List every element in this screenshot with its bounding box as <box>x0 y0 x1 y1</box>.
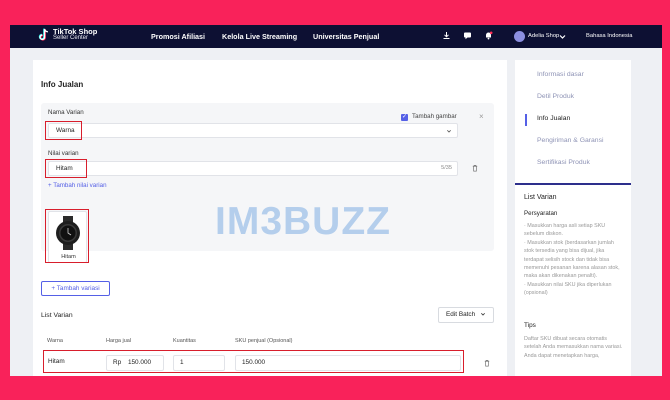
active-step-indicator <box>525 114 527 126</box>
requirement-item: · Masukkan nilai SKU jika diperlukan (op… <box>524 281 612 297</box>
tips-text: Daftar SKU dibuat secara otomatis setela… <box>524 336 623 359</box>
section-title: Info Jualan <box>41 80 84 89</box>
bell-icon[interactable] <box>484 31 493 40</box>
add-image-label: Tambah gambar <box>412 113 457 120</box>
watermark: IM3BUZZ <box>215 192 465 252</box>
language-selector[interactable]: Bahasa Indonesia <box>586 33 632 39</box>
close-icon[interactable]: × <box>479 112 484 121</box>
watermark-text: IM3BUZZ <box>215 200 391 243</box>
shop-name[interactable]: Adelia Shop <box>528 33 559 39</box>
top-bar: TikTok Shop Seller Center Promosi Afilia… <box>10 25 662 48</box>
step-navigation: Informasi dasar Detil Produk Info Jualan… <box>515 60 631 198</box>
column-header-kuantitas: Kuantitas <box>173 338 196 344</box>
step-sertifikasi-produk[interactable]: Sertifikasi Produk <box>537 159 590 166</box>
step-info-jualan[interactable]: Info Jualan <box>537 115 570 122</box>
trash-icon[interactable] <box>471 164 479 172</box>
requirements-list: · Masukkan harga asli setiap SKU sebelum… <box>524 222 624 298</box>
chevron-down-icon[interactable] <box>558 32 567 41</box>
nav-universitas-penjual[interactable]: Universitas Penjual <box>313 32 379 41</box>
nav-kelola-live-streaming[interactable]: Kelola Live Streaming <box>222 32 297 41</box>
logo-title: TikTok Shop <box>53 27 98 36</box>
requirement-item: · Masukkan stok (berdasarkan jumlah stok… <box>524 239 620 280</box>
app-window: TikTok Shop Seller Center Promosi Afilia… <box>10 25 662 376</box>
column-header-sku: SKU penjual (Opsional) <box>235 338 293 344</box>
logo-subtitle: Seller Center <box>53 35 89 41</box>
add-image-checkbox[interactable]: ✓ <box>401 114 408 121</box>
requirement-item: · Masukkan harga asli setiap SKU sebelum… <box>524 223 606 238</box>
step-detil-produk[interactable]: Detil Produk <box>537 93 574 100</box>
highlight-variant-value <box>45 159 87 178</box>
chat-icon[interactable] <box>463 31 472 40</box>
trash-icon[interactable] <box>483 359 491 367</box>
highlight-variant-name <box>45 121 82 140</box>
column-header-harga: Harga jual <box>106 338 132 344</box>
help-panel: List Varian Persyaratan · Masukkan harga… <box>515 183 631 376</box>
variant-value-label: Nilai varian <box>48 150 79 157</box>
highlight-variant-image <box>45 209 89 263</box>
variant-name-select[interactable]: Warna <box>48 123 458 138</box>
variant-name-label: Nama Varian <box>48 109 84 116</box>
tiktok-shop-logo[interactable]: TikTok Shop Seller Center <box>38 28 97 42</box>
char-counter: 5/35 <box>441 165 452 171</box>
step-informasi-dasar[interactable]: Informasi dasar <box>537 71 584 78</box>
download-icon[interactable] <box>442 31 451 40</box>
add-variation-button[interactable]: + Tambah variasi <box>41 281 110 296</box>
avatar[interactable] <box>514 31 525 42</box>
requirements-title: Persyaratan <box>524 210 558 217</box>
edit-batch-label: Edit Batch <box>446 311 476 318</box>
help-title: List Varian <box>524 194 557 201</box>
tips-title: Tips <box>524 322 536 329</box>
edit-batch-button[interactable]: Edit Batch <box>438 307 494 323</box>
tiktok-logo-icon <box>38 28 48 41</box>
column-header-warna: Warna <box>47 338 63 344</box>
highlight-variant-row <box>43 350 464 373</box>
step-pengiriman-garansi[interactable]: Pengiriman & Garansi <box>537 137 604 144</box>
list-variant-title: List Varian <box>41 312 73 319</box>
chevron-down-icon <box>481 313 485 316</box>
chevron-down-icon <box>447 130 451 133</box>
nav-promosi-afiliasi[interactable]: Promosi Afiliasi <box>151 32 205 41</box>
add-variant-value-link[interactable]: + Tambah nilai varian <box>48 182 107 189</box>
variant-value-input[interactable]: Hitam 5/35 <box>48 161 458 176</box>
